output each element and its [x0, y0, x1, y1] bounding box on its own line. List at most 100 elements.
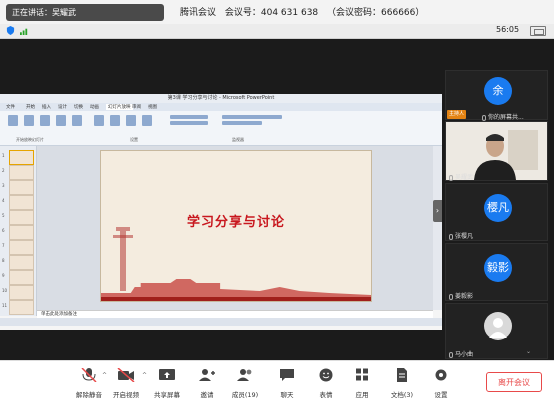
ppt-tab: 视图 [148, 105, 157, 110]
ribbon-group-label: 监视器 [232, 137, 244, 142]
ppt-tab: 动画 [90, 105, 99, 110]
ppt-slide-thumbnail[interactable] [9, 210, 34, 225]
participant-tile[interactable]: 毅影 姜毅影 [445, 243, 548, 301]
participant-tile[interactable]: 樱凡 张樱凡 [445, 183, 548, 241]
toolbar-label: 开启视频 [113, 391, 139, 399]
ribbon-button-icon [126, 115, 136, 126]
apps-button[interactable]: 应用 [345, 367, 379, 399]
toolbar-label: 成员(19) [231, 391, 259, 399]
ppt-tab: 开始 [26, 105, 35, 110]
documents-button[interactable]: 文档(3) [385, 367, 419, 399]
share-screen-button[interactable]: 共享屏幕 [150, 367, 184, 399]
chevron-down-icon[interactable]: ⌄ [526, 348, 531, 355]
meeting-timer: 56:05 [496, 25, 520, 34]
ribbon-checkbox-row [170, 115, 208, 119]
ribbon-button-icon [72, 115, 82, 126]
ribbon-group-label: 设置 [130, 137, 138, 142]
ppt-notes-field[interactable]: 单击此处添加备注 [37, 310, 433, 318]
thumbnail-number: 4 [2, 198, 5, 203]
chevron-up-icon[interactable]: ^ [142, 372, 147, 379]
mic-icon [449, 233, 453, 240]
toolbar-label: 表情 [319, 391, 333, 399]
meeting-number[interactable]: 会议号：404 631 638 [225, 8, 318, 18]
toolbar-label: 应用 [355, 391, 369, 399]
tiananmen-skyline-graphic [101, 279, 371, 301]
chat-button[interactable]: 聊天 [270, 367, 304, 399]
start-video-button[interactable]: 开启视频 [109, 367, 143, 399]
ppt-slide-thumbnail[interactable] [9, 300, 34, 315]
settings-icon [435, 369, 447, 381]
ppt-ribbon: 开始放映幻灯片 设置 监视器 [0, 111, 442, 146]
thumbnail-number: 9 [2, 273, 5, 278]
ppt-tab: 审阅 [132, 105, 141, 110]
meeting-info: 腾讯会议 会议号：404 631 638 （会议密码：666666） [180, 5, 430, 18]
ppt-tab: 切换 [74, 105, 83, 110]
avatar: 樱凡 [484, 194, 512, 222]
ppt-ribbon-tabs: 文件 开始 插入 设计 切换 动画 幻灯片放映 审阅 视图 [0, 103, 442, 111]
meeting-password: （会议密码：666666） [327, 8, 425, 18]
collapse-panel-button[interactable]: › [433, 200, 442, 222]
unmute-button[interactable]: 解除静音 [72, 367, 106, 399]
layout-view-button[interactable] [530, 26, 546, 36]
thumbnail-number: 1 [2, 153, 5, 158]
settings-button[interactable]: 设置 [424, 367, 458, 399]
ppt-thumbnail-pane: 1 2 3 4 5 6 7 8 9 10 11 [0, 146, 37, 316]
avatar: 余 [484, 77, 512, 105]
share-screen-icon [159, 369, 175, 380]
ppt-slide-thumbnail[interactable] [9, 270, 34, 285]
mic-icon [482, 114, 486, 121]
signal-icon[interactable] [20, 26, 29, 35]
ppt-slide-thumbnail[interactable] [9, 165, 34, 180]
ppt-slide-thumbnail[interactable] [9, 225, 34, 240]
leave-meeting-button[interactable]: 离开会议 [486, 372, 542, 392]
ribbon-checkbox-row [170, 121, 208, 125]
members-button[interactable]: 成员(19) [228, 367, 262, 399]
participant-tile-video[interactable]: 吴耀武 [445, 121, 548, 181]
ppt-tab-active: 幻灯片放映 [106, 104, 133, 110]
speaking-indicator: 正在讲话：吴耀武 [6, 4, 164, 21]
invite-icon [199, 369, 215, 381]
members-icon [237, 369, 252, 381]
ribbon-button-icon [8, 115, 18, 126]
ppt-tab: 插入 [42, 105, 51, 110]
ppt-slide-thumbnail[interactable] [9, 285, 34, 300]
toolbar-label: 邀请 [200, 391, 214, 399]
ribbon-button-icon [142, 115, 152, 126]
participant-name: 马小曲 [449, 349, 473, 358]
emoji-button[interactable]: 表情 [309, 367, 343, 399]
mic-icon [449, 293, 453, 300]
participant-name: 姜毅影 [449, 291, 473, 300]
slide-title: 学习分享与讨论 [186, 215, 285, 230]
ppt-slide-thumbnail[interactable] [9, 255, 34, 270]
ppt-slide-thumbnail[interactable] [9, 240, 34, 255]
ppt-slide-thumbnail[interactable] [9, 180, 34, 195]
participant-tile[interactable]: 马小曲 ⌄ [445, 303, 548, 359]
ppt-slide-thumbnail[interactable] [9, 195, 34, 210]
host-badge: 主持人 [447, 110, 467, 119]
mic-muted-icon [81, 367, 97, 383]
document-icon [397, 368, 407, 382]
invite-button[interactable]: 邀请 [190, 367, 224, 399]
ribbon-button-icon [24, 115, 34, 126]
emoji-icon [319, 368, 333, 382]
chevron-up-icon[interactable]: ^ [102, 372, 107, 379]
thumbnail-number: 5 [2, 213, 5, 218]
thumbnail-number: 3 [2, 183, 5, 188]
toolbar-label: 共享屏幕 [154, 391, 180, 399]
ppt-slide-thumbnail[interactable] [9, 150, 34, 165]
thumbnail-number: 8 [2, 258, 5, 263]
ppt-window-title: 第3课 学习分享与讨论 - Microsoft PowerPoint [0, 94, 442, 103]
apps-icon [356, 368, 368, 381]
app-name: 腾讯会议 [180, 8, 217, 18]
avatar: 毅影 [484, 254, 512, 282]
participant-name: 你的屏幕共... [482, 112, 524, 121]
ppt-status-bar [0, 318, 442, 326]
thumbnail-number: 11 [2, 303, 8, 308]
shield-icon[interactable] [6, 26, 15, 35]
thumbnail-number: 10 [2, 288, 8, 293]
ribbon-button-icon [56, 115, 66, 126]
status-row [0, 24, 554, 39]
default-avatar-icon [489, 318, 507, 338]
ppt-vertical-scrollbar[interactable] [433, 146, 442, 310]
mic-icon [449, 351, 453, 358]
